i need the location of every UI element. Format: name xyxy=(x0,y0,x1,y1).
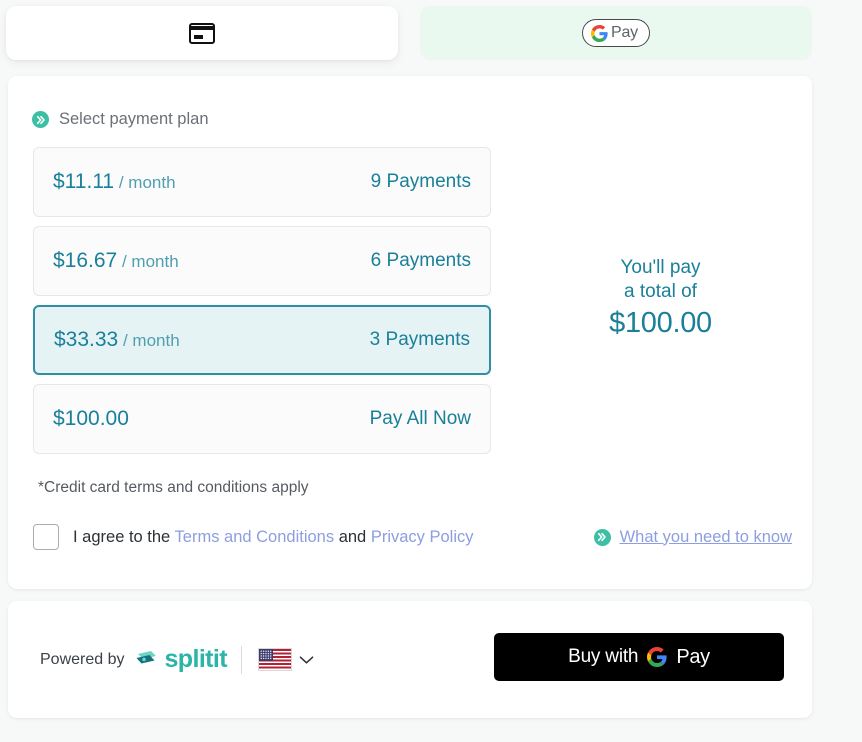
total-line-2: a total of xyxy=(624,281,697,302)
buy-button-suffix: Pay xyxy=(676,645,710,668)
plan-amount: $100.00 xyxy=(53,407,129,430)
tab-credit-card[interactable] xyxy=(6,6,398,60)
buy-with-google-pay-button[interactable]: Buy with Pay xyxy=(494,633,784,681)
agreement-row: I agree to the Terms and Conditions and … xyxy=(33,524,792,550)
footer-divider xyxy=(240,645,242,674)
tab-google-pay[interactable]: Pay xyxy=(420,6,812,60)
need-to-know-link[interactable]: What you need to know xyxy=(620,528,792,547)
plan-amount: $16.67 / month xyxy=(53,249,179,272)
credit-card-terms-note: *Credit card terms and conditions apply xyxy=(38,479,309,496)
google-g-icon xyxy=(647,647,667,667)
plan-option-3-payments[interactable]: $33.33 / month 3 Payments xyxy=(33,305,491,375)
powered-by-label: Powered by xyxy=(40,650,125,668)
plan-period: / month xyxy=(117,252,179,271)
buy-button-prefix: Buy with xyxy=(568,646,639,667)
plan-amount: $33.33 / month xyxy=(54,328,180,351)
footer-panel: Powered by splitit Buy with Pay xyxy=(8,601,812,718)
agree-prefix: I agree to the xyxy=(73,527,175,546)
plan-option-9-payments[interactable]: $11.11 / month 9 Payments xyxy=(33,147,491,217)
terms-and-conditions-link[interactable]: Terms and Conditions xyxy=(175,528,335,546)
double-chevron-icon xyxy=(32,111,49,128)
gpay-label: Pay xyxy=(611,24,638,41)
chevron-down-icon xyxy=(299,655,314,664)
plan-period: / month xyxy=(114,173,176,192)
section-title: Select payment plan xyxy=(59,110,209,128)
splitit-logo: splitit xyxy=(135,645,228,674)
plan-period: / month xyxy=(118,331,180,350)
plan-count: 3 Payments xyxy=(369,329,470,350)
double-chevron-icon xyxy=(593,528,611,546)
us-flag-icon xyxy=(257,648,292,671)
payment-method-tabs: Pay xyxy=(6,6,812,60)
splitit-mark-icon xyxy=(136,650,156,663)
plan-amount: $11.11 / month xyxy=(53,170,176,193)
total-summary: You'll pay a total of $100.00 xyxy=(528,256,793,342)
splitit-wordmark: splitit xyxy=(164,645,228,673)
locale-selector[interactable] xyxy=(257,648,314,671)
what-you-need-to-know[interactable]: What you need to know xyxy=(593,528,792,547)
section-header: Select payment plan xyxy=(32,110,209,129)
total-amount: $100.00 xyxy=(609,307,712,339)
agree-checkbox[interactable] xyxy=(33,524,59,550)
plan-count: 9 Payments xyxy=(370,171,471,192)
google-pay-icon: Pay xyxy=(582,19,650,47)
powered-by-block: Powered by splitit xyxy=(40,645,314,674)
agree-conjunction: and xyxy=(334,527,371,546)
plan-count: Pay All Now xyxy=(369,408,471,429)
google-g-icon xyxy=(591,24,608,42)
plan-option-pay-all-now[interactable]: $100.00 Pay All Now xyxy=(33,384,491,454)
plan-option-6-payments[interactable]: $16.67 / month 6 Payments xyxy=(33,226,491,296)
credit-card-icon xyxy=(189,22,215,44)
checkout-page: Pay Select payment plan $11.11 / month 9… xyxy=(0,0,862,742)
agreement-text: I agree to the Terms and Conditions and … xyxy=(73,528,474,547)
payment-plan-list: $11.11 / month 9 Payments $16.67 / month… xyxy=(33,147,491,463)
privacy-policy-link[interactable]: Privacy Policy xyxy=(371,528,474,546)
total-line-1: You'll pay xyxy=(620,257,701,278)
payment-plan-panel: Select payment plan $11.11 / month 9 Pay… xyxy=(8,76,812,589)
plan-count: 6 Payments xyxy=(370,250,471,271)
